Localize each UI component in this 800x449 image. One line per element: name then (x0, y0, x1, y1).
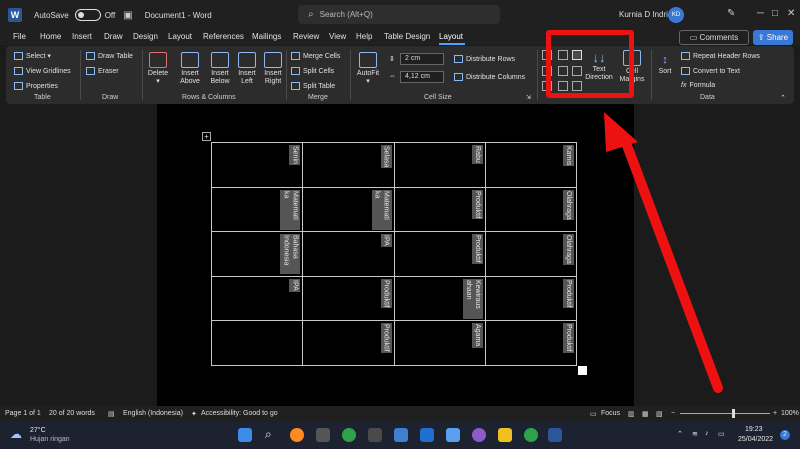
web-layout-icon[interactable]: ▧ (656, 410, 663, 418)
clock-date[interactable]: 25/04/2022 (738, 436, 773, 443)
store-icon[interactable] (316, 428, 330, 442)
zoom-out-icon[interactable]: − (671, 410, 675, 417)
accessibility-icon: ✦ (191, 411, 197, 418)
zoom-slider-thumb[interactable] (732, 409, 735, 418)
firefox-icon[interactable] (290, 428, 304, 442)
page-count[interactable]: Page 1 of 1 (5, 410, 41, 417)
mail-icon[interactable] (420, 428, 434, 442)
word-count[interactable]: 20 of 20 words (49, 410, 95, 417)
print-layout-icon[interactable]: ▦ (642, 410, 649, 418)
read-mode-icon[interactable]: ▥ (628, 410, 635, 418)
photos-icon[interactable] (368, 428, 382, 442)
focus-icon: ▭ (590, 411, 597, 418)
notification-badge[interactable]: 2 (780, 430, 790, 440)
zoom-app-icon[interactable] (394, 428, 408, 442)
proofing-icon[interactable]: ▤ (108, 410, 115, 418)
battery-icon[interactable]: ▭ (718, 430, 725, 438)
media-icon[interactable] (472, 428, 486, 442)
arrow-head (604, 112, 638, 152)
wifi-icon[interactable]: ≋ (692, 430, 698, 438)
chrome-profile-icon[interactable] (524, 428, 538, 442)
zoom-slider[interactable] (680, 413, 770, 414)
clock-time[interactable]: 19:23 (745, 426, 763, 433)
weather-icon[interactable]: ☁ (10, 427, 22, 441)
zoom-in-icon[interactable]: + (773, 410, 777, 417)
word-taskbar-icon[interactable] (548, 428, 562, 442)
status-bar: Page 1 of 1 20 of 20 words ▤ English (In… (0, 406, 800, 422)
calendar-icon[interactable] (446, 428, 460, 442)
zoom-level[interactable]: 100% (781, 410, 799, 417)
tray-chevron-icon[interactable]: ⌃ (677, 430, 683, 438)
arrow-shaft (620, 135, 723, 393)
red-arrow-annotation (604, 112, 723, 393)
taskbar-search-icon[interactable]: ⌕ (265, 427, 272, 442)
volume-icon[interactable]: ♪ (705, 430, 709, 437)
file-explorer-icon[interactable] (498, 428, 512, 442)
chrome-icon[interactable] (342, 428, 356, 442)
temperature[interactable]: 27°C (30, 427, 46, 434)
language[interactable]: English (Indonesia) (123, 410, 183, 417)
accessibility-status[interactable]: Accessibility: Good to go (201, 410, 278, 417)
focus-button[interactable]: Focus (601, 410, 620, 417)
windows-start-icon[interactable] (238, 428, 252, 442)
weather-description[interactable]: Hujan ringan (30, 436, 70, 443)
